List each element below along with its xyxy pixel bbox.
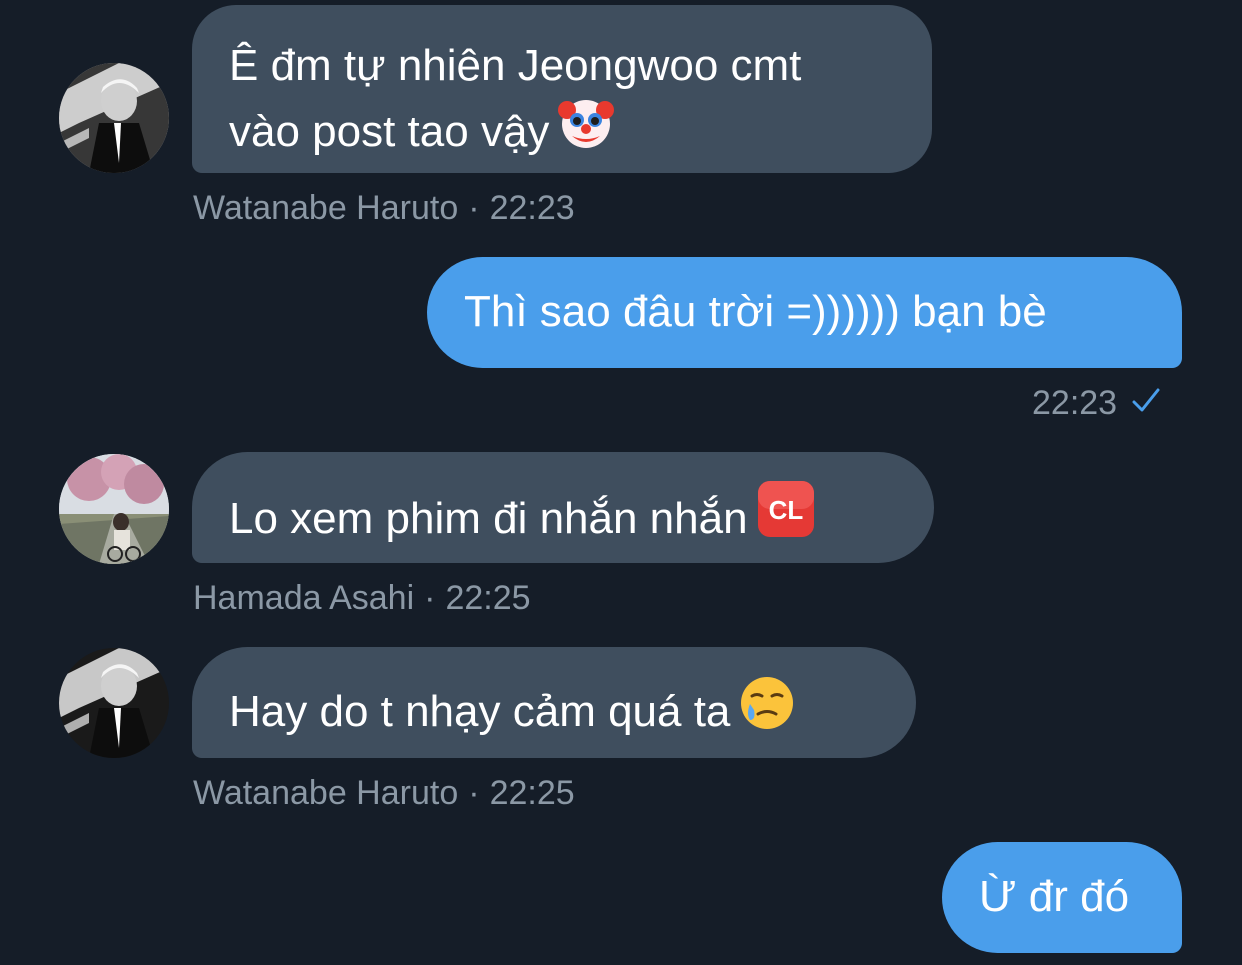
message-text: Hay do t nhạy cảm quá ta bbox=[229, 687, 731, 736]
cl-button-emoji-icon: CL bbox=[756, 479, 816, 539]
message-text: Ừ đr đó bbox=[979, 872, 1130, 921]
message-text-line-2: vào post tao vậy bbox=[229, 94, 932, 160]
message-bubble-outgoing[interactable]: Ừ đr đó bbox=[942, 842, 1182, 953]
message-bubble-outgoing[interactable]: Thì sao đâu trời =)))))) bạn bè bbox=[427, 257, 1182, 368]
meta-separator: · bbox=[468, 774, 480, 812]
meta-separator: · bbox=[424, 579, 436, 617]
sender-name: Watanabe Haruto bbox=[193, 189, 459, 227]
avatar-watanabe-haruto[interactable] bbox=[59, 648, 169, 758]
message-time: 22:25 bbox=[489, 774, 575, 812]
sender-name: Watanabe Haruto bbox=[193, 774, 459, 812]
message-time: 22:23 bbox=[489, 189, 575, 227]
meta-separator: · bbox=[468, 189, 480, 227]
message-time: 22:25 bbox=[445, 579, 531, 617]
message-bubble-incoming[interactable]: Lo xem phim đi nhắn nhắn CL bbox=[192, 452, 934, 563]
avatar-watanabe-haruto[interactable] bbox=[59, 63, 169, 173]
message-text: vào post tao vậy bbox=[229, 107, 550, 156]
message-meta: 22:23 bbox=[1032, 383, 1161, 425]
message-meta: Watanabe Haruto · 22:23 bbox=[193, 188, 575, 228]
face-holding-back-tears-emoji-icon bbox=[738, 674, 796, 732]
message-bubble-incoming[interactable]: Hay do t nhạy cảm quá ta bbox=[192, 647, 916, 758]
message-meta: Watanabe Haruto · 22:25 bbox=[193, 773, 575, 813]
message-time: 22:23 bbox=[1032, 384, 1118, 422]
message-meta: Hamada Asahi · 22:25 bbox=[193, 578, 531, 618]
clown-face-emoji-icon bbox=[557, 94, 615, 152]
sender-name: Hamada Asahi bbox=[193, 579, 415, 617]
chat-thread: Ê đm tự nhiên Jeongwoo cmt vào post tao … bbox=[0, 0, 1242, 965]
message-text: Thì sao đâu trời =)))))) bạn bè bbox=[464, 287, 1047, 336]
message-text-line-1: Ê đm tự nhiên Jeongwoo cmt bbox=[229, 41, 802, 90]
cl-button-label: CL bbox=[768, 495, 803, 525]
avatar-hamada-asahi[interactable] bbox=[59, 454, 169, 564]
message-text: Lo xem phim đi nhắn nhắn bbox=[229, 494, 748, 543]
message-bubble-incoming[interactable]: Ê đm tự nhiên Jeongwoo cmt vào post tao … bbox=[192, 5, 932, 173]
checkmark-icon bbox=[1131, 385, 1161, 425]
